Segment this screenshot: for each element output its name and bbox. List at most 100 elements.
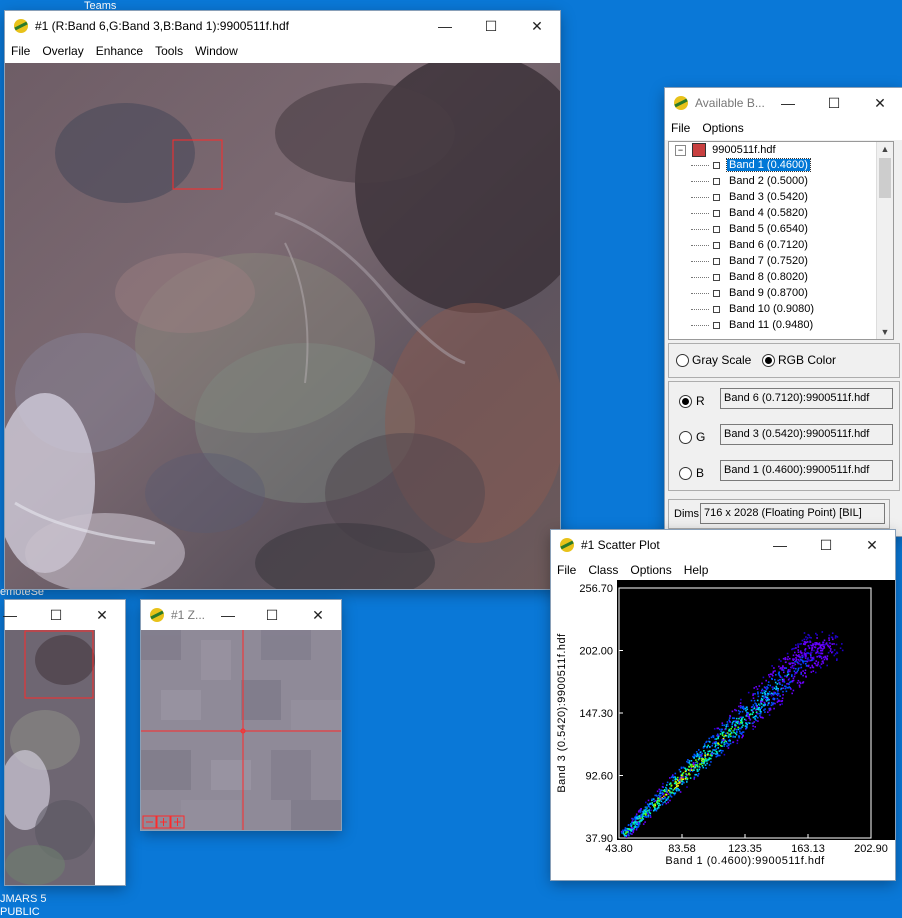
scatter-point: [797, 667, 800, 670]
scatter-point: [802, 643, 805, 645]
scatter-plot-canvas[interactable]: 43.80 83.58 123.35 163.13 202.90 37.90 92.60 14…: [551, 580, 895, 880]
scroll-thumb[interactable]: [879, 158, 891, 198]
maximize-button[interactable]: ☐: [33, 600, 79, 630]
close-button[interactable]: ✕: [849, 530, 895, 560]
close-button[interactable]: ✕: [295, 600, 341, 630]
scatter-point: [715, 753, 717, 755]
band-item[interactable]: Band 11 (0.9480): [691, 319, 815, 335]
band-item[interactable]: Band 5 (0.6540): [691, 223, 810, 239]
plot-frame: [618, 587, 872, 839]
band-item[interactable]: Band 4 (0.5820): [691, 207, 810, 223]
zoom-window[interactable]: #1 Z... — ☐ ✕: [141, 600, 341, 830]
menu-file[interactable]: File: [5, 41, 36, 58]
zoom-title: #1 Z...: [171, 608, 206, 622]
tree-connector: [691, 324, 709, 326]
available-bands-titlebar[interactable]: Available B... — ☐ ✕: [665, 88, 902, 118]
scatter-point: [730, 732, 733, 734]
scatter-point: [738, 705, 740, 708]
main-image-titlebar[interactable]: #1 (R:Band 6,G:Band 3,B:Band 1):9900511f…: [5, 11, 560, 41]
maximize-button[interactable]: ☐: [249, 600, 295, 630]
main-image-window[interactable]: #1 (R:Band 6,G:Band 3,B:Band 1):9900511f…: [5, 11, 560, 589]
scroll-window[interactable]: ☐ ✕ —: [3, 600, 125, 885]
scatter-point: [771, 665, 773, 667]
scatter-point: [762, 676, 765, 679]
band-item[interactable]: Band 1 (0.4600): [691, 158, 811, 175]
scatter-titlebar[interactable]: #1 Scatter Plot — ☐ ✕: [551, 530, 895, 560]
scroll-down-icon[interactable]: ▼: [877, 325, 893, 339]
scatter-point: [820, 666, 822, 669]
maximize-button[interactable]: ☐: [468, 11, 514, 41]
scatter-point: [739, 711, 741, 713]
r-radio[interactable]: [679, 395, 692, 408]
band-list-scrollbar[interactable]: ▲ ▼: [876, 142, 893, 339]
scatter-point: [779, 695, 781, 697]
band-item[interactable]: Band 10 (0.9080): [691, 303, 816, 319]
close-button[interactable]: ✕: [514, 11, 560, 41]
scatter-point: [723, 745, 725, 747]
menu-file[interactable]: File: [665, 118, 696, 135]
scroll-up-icon[interactable]: ▲: [877, 142, 893, 156]
band-item[interactable]: Band 8 (0.8020): [691, 271, 810, 287]
b-band-field[interactable]: Band 1 (0.4600):9900511f.hdf: [720, 460, 893, 481]
gray-scale-radio[interactable]: [676, 354, 689, 367]
scatter-point: [675, 782, 677, 784]
satellite-image-canvas[interactable]: [5, 63, 560, 589]
minimize-button[interactable]: —: [765, 88, 811, 118]
scatter-point: [739, 732, 742, 734]
band-tree[interactable]: − 9900511f.hdf Band 1 (0.4600) Band 2 (0.…: [668, 141, 894, 340]
scatter-point: [721, 724, 724, 726]
scatter-point: [686, 781, 688, 783]
scatter-point: [753, 687, 755, 689]
tree-connector: [691, 292, 709, 294]
menu-tools[interactable]: Tools: [149, 41, 189, 58]
collapse-icon[interactable]: −: [675, 144, 686, 156]
menu-help[interactable]: Help: [678, 560, 715, 577]
tree-file-node[interactable]: − 9900511f.hdf: [675, 143, 776, 159]
scatter-point: [820, 663, 823, 665]
available-bands-window[interactable]: Available B... — ☐ ✕ File Options − 99005…: [665, 88, 902, 536]
scatter-point: [804, 650, 807, 652]
scroll-titlebar[interactable]: ☐ ✕ —: [3, 600, 125, 630]
b-radio[interactable]: [679, 467, 692, 480]
menu-overlay[interactable]: Overlay: [36, 41, 89, 58]
close-button[interactable]: ✕: [79, 600, 125, 630]
band-item[interactable]: Band 3 (0.5420): [691, 191, 810, 207]
menu-options[interactable]: Options: [696, 118, 749, 135]
scatter-point: [776, 690, 779, 692]
scatter-point: [716, 751, 718, 753]
zoom-image-canvas[interactable]: [141, 630, 341, 830]
scatter-plot-svg[interactable]: 43.80 83.58 123.35 163.13 202.9037.9092.6014…: [551, 580, 895, 880]
menu-enhance[interactable]: Enhance: [90, 41, 149, 58]
scatter-plot-window[interactable]: #1 Scatter Plot — ☐ ✕ File Class Options He…: [551, 530, 895, 880]
menu-class[interactable]: Class: [582, 560, 624, 577]
scatter-point: [710, 757, 712, 760]
maximize-button[interactable]: ☐: [811, 88, 857, 118]
menu-window[interactable]: Window: [189, 41, 244, 58]
scatter-point: [659, 792, 661, 795]
band-item[interactable]: Band 9 (0.8700): [691, 287, 810, 303]
scroll-image-canvas[interactable]: [5, 630, 95, 885]
band-item[interactable]: Band 6 (0.7120): [691, 239, 810, 255]
r-band-field[interactable]: Band 6 (0.7120):9900511f.hdf: [720, 388, 893, 409]
scatter-point: [767, 711, 769, 713]
desktop-label-jmars[interactable]: JMARS 5: [0, 893, 46, 905]
scatter-point: [739, 705, 742, 707]
scatter-point: [756, 712, 758, 715]
minimize-button[interactable]: —: [422, 11, 468, 41]
band-item[interactable]: Band 7 (0.7520): [691, 255, 810, 271]
maximize-button[interactable]: ☐: [803, 530, 849, 560]
minimize-button[interactable]: —: [205, 600, 251, 630]
close-button[interactable]: ✕: [857, 88, 902, 118]
gray-scale-label: Gray Scale: [692, 353, 752, 367]
band-item[interactable]: Band 2 (0.5000): [691, 175, 810, 191]
zoom-titlebar[interactable]: #1 Z... — ☐ ✕: [141, 600, 341, 630]
g-band-field[interactable]: Band 3 (0.5420):9900511f.hdf: [720, 424, 893, 445]
minimize-button[interactable]: —: [0, 600, 33, 630]
menu-file[interactable]: File: [551, 560, 582, 577]
g-radio[interactable]: [679, 431, 692, 444]
scatter-point: [633, 828, 635, 830]
desktop-label-public[interactable]: PUBLIC: [0, 906, 40, 918]
rgb-color-radio[interactable]: [762, 354, 775, 367]
menu-options[interactable]: Options: [624, 560, 677, 577]
minimize-button[interactable]: —: [757, 530, 803, 560]
